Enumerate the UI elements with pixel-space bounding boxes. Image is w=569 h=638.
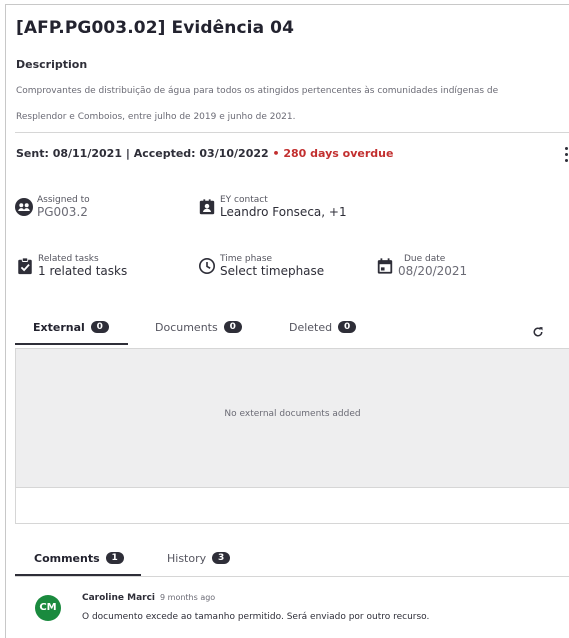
ey-contact-field[interactable]: EY contact Leandro Fonseca, +1	[198, 195, 347, 220]
tab-documents-label: Documents	[155, 320, 218, 334]
description-line-1: Comprovantes de distribuição de água par…	[16, 86, 499, 96]
documents-empty-message: No external documents added	[224, 409, 361, 419]
task-title: [AFP.PG003.02] Evidência 04	[16, 18, 295, 38]
more-vertical-icon[interactable]	[565, 147, 569, 165]
tab-comments-count: 1	[105, 552, 124, 564]
ey-contact-value: Leandro Fonseca, +1	[220, 205, 347, 219]
comment-text: O documento excede ao tamanho permitido.…	[82, 612, 430, 622]
tab-documents-count: 0	[223, 321, 242, 333]
comments-divider	[15, 576, 569, 577]
tab-comments[interactable]: Comments 1	[34, 547, 124, 569]
avatar: CM	[35, 595, 61, 621]
overdue-badge: • 280 days overdue	[272, 147, 394, 160]
assigned-to-field[interactable]: Assigned to PG003.2	[15, 195, 90, 220]
sent-date: Sent: 08/11/2021	[16, 147, 122, 160]
documents-panel: No external documents added	[15, 348, 569, 488]
tab-deleted-label: Deleted	[289, 320, 333, 334]
refresh-icon[interactable]	[532, 326, 544, 338]
tab-external-label: External	[33, 320, 85, 334]
description-line-2: Resplendor e Comboios, entre julho de 20…	[16, 112, 296, 122]
due-date-label: Due date	[404, 254, 446, 264]
description-label: Description	[16, 58, 88, 71]
tab-history[interactable]: History 3	[167, 547, 231, 569]
time-phase-value[interactable]: Select timephase	[220, 264, 324, 279]
ey-contact-label: EY contact	[220, 195, 268, 205]
assigned-to-label: Assigned to	[37, 195, 90, 205]
clock-icon	[198, 257, 216, 275]
tab-deleted-count: 0	[338, 321, 357, 333]
tab-comments-label: Comments	[34, 551, 100, 565]
related-tasks-value: 1 related tasks	[38, 264, 128, 278]
tab-history-label: History	[167, 551, 207, 565]
related-tasks-label: Related tasks	[38, 254, 99, 264]
comment-time: 9 months ago	[160, 593, 216, 602]
group-icon	[15, 198, 33, 216]
due-date-field[interactable]: Due date 08/20/2021	[376, 254, 467, 279]
comment-author: Caroline Marci	[82, 593, 156, 603]
tab-external-count: 0	[90, 321, 109, 333]
related-tasks-field[interactable]: Related tasks 1 related tasks	[16, 254, 127, 279]
documents-panel-footer	[15, 488, 569, 524]
time-phase-field[interactable]: Time phase Select timephase	[198, 254, 324, 279]
divider	[15, 132, 569, 133]
tab-deleted[interactable]: Deleted 0	[289, 316, 357, 338]
tab-documents[interactable]: Documents 0	[155, 316, 242, 338]
time-phase-label: Time phase	[220, 254, 273, 264]
due-date-value[interactable]: 08/20/2021	[398, 264, 467, 279]
tab-external[interactable]: External 0	[33, 316, 109, 338]
checklist-icon	[18, 257, 32, 275]
status-separator: |	[125, 147, 130, 160]
contact-card-icon	[199, 199, 215, 215]
comment-header: Caroline Marci 9 months ago	[82, 593, 215, 603]
description-text: Comprovantes de distribuição de água par…	[16, 78, 561, 130]
tab-external-underline	[15, 343, 128, 345]
status-line: Sent: 08/11/2021 | Accepted: 03/10/2022 …	[16, 147, 393, 160]
assigned-to-value: PG003.2	[37, 205, 88, 219]
accepted-date: Accepted: 03/10/2022	[133, 147, 269, 160]
calendar-icon	[377, 258, 393, 274]
tab-history-count: 3	[212, 552, 231, 564]
